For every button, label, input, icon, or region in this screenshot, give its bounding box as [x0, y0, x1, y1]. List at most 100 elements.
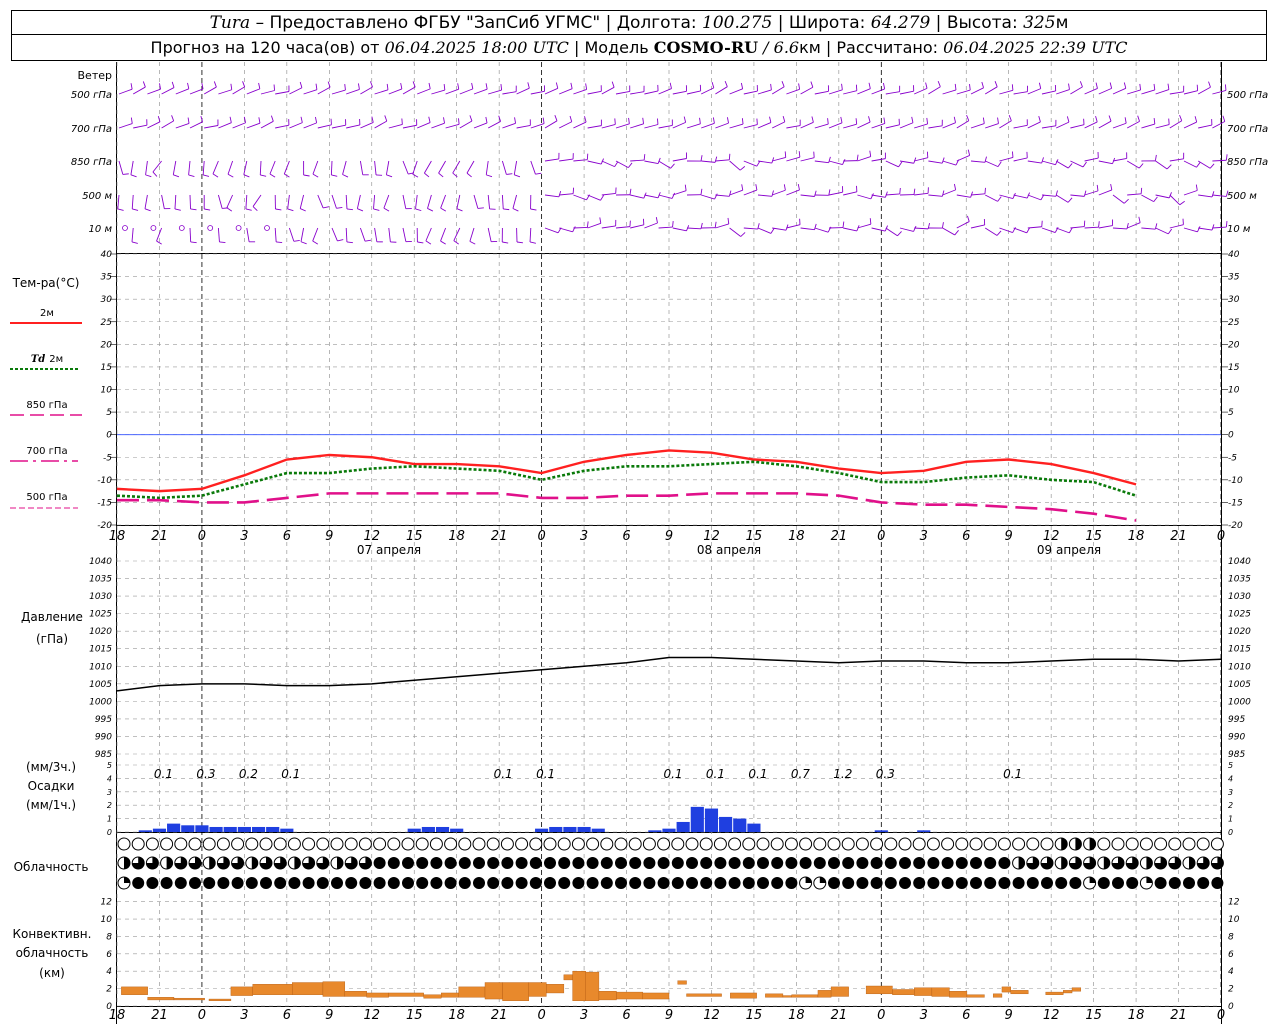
hour-tick-label: 0	[877, 529, 885, 544]
wind-barb-flag	[425, 240, 432, 245]
wind-barb	[303, 89, 318, 95]
wind-barb-flag	[585, 83, 588, 90]
temp-tick-label: 20	[101, 340, 113, 350]
wind-barb-flag	[1095, 116, 1098, 123]
wind-barb	[942, 227, 955, 236]
wind-barb-flag	[514, 117, 517, 124]
wind-barb-flag	[699, 117, 701, 124]
cloud-symbol-outline	[855, 837, 869, 851]
conv-cloud-bar	[642, 992, 670, 1000]
wind-barb	[260, 120, 274, 129]
cloud-symbol-overcast	[558, 857, 571, 869]
hour-tick-label: 15	[746, 529, 763, 544]
wind-barb	[885, 91, 900, 95]
cloud-symbol-outline	[358, 837, 372, 851]
wind-barb-flag	[882, 82, 886, 89]
wind-barb	[440, 194, 447, 209]
pressure-tick-label: 1025	[89, 610, 112, 620]
wind-barb-flag	[1067, 163, 1073, 169]
cloud-symbol-overcast	[714, 857, 727, 869]
wind-barb	[300, 227, 305, 242]
wind-barb	[757, 89, 772, 95]
conv-cloud-bar	[830, 986, 849, 997]
wind-barb	[544, 194, 559, 198]
wind-barb	[118, 123, 133, 129]
cloud-symbol-overcast	[998, 877, 1011, 889]
wind-barb	[871, 88, 885, 95]
wind-barb	[914, 87, 928, 95]
wind-barb	[956, 154, 970, 162]
wind-barb	[144, 194, 148, 209]
precip-3h-label: 0.1	[663, 767, 682, 781]
cloud-symbol-overcast	[913, 857, 926, 869]
wind-barb	[715, 223, 729, 229]
wind-barb-flag	[755, 184, 758, 191]
cloud-symbol-quarter	[124, 877, 130, 883]
wind-barb	[1155, 89, 1170, 95]
wind-barb	[984, 227, 998, 236]
conv-cloud-bar	[546, 984, 565, 994]
cloud-symbol-overcast	[1097, 877, 1110, 889]
wind-barb	[559, 193, 574, 196]
wind-barb	[701, 194, 715, 200]
wind-barb	[800, 227, 815, 231]
cloud-symbol-overcast	[501, 877, 514, 889]
wind-barb-flag	[415, 208, 422, 212]
wind-barb	[1070, 226, 1085, 229]
wind-barb-flag	[142, 81, 146, 88]
cloud-symbol-outline	[444, 837, 458, 851]
wind-barb	[131, 194, 134, 209]
wind-barb	[757, 122, 772, 129]
precip-3h-label: 0.3	[876, 767, 895, 781]
cloud-symbol-outline	[472, 837, 486, 851]
conv-tick-label: 6	[106, 950, 112, 960]
wind-barb-flag	[300, 208, 306, 212]
wind-barb	[1183, 90, 1198, 95]
hour-tick-label: 9	[1005, 1008, 1013, 1023]
cloud-symbol-overcast	[927, 877, 940, 889]
pressure-tick-label-right: 1035	[1228, 575, 1251, 585]
precip-bar	[152, 828, 167, 832]
precip-tick-label: 3	[107, 788, 112, 797]
precip-bar	[138, 830, 152, 832]
wind-barb	[630, 159, 645, 162]
wind-barb	[1197, 160, 1211, 169]
wind-barb	[644, 222, 658, 229]
cloud-symbol-overcast	[615, 857, 627, 869]
cloud-symbol-overcast	[572, 857, 585, 869]
wind-barb-flag	[726, 117, 729, 124]
cloud-symbol-overcast	[643, 877, 656, 889]
wind-barb-flag	[1083, 190, 1087, 197]
wind-barb-flag	[967, 149, 971, 156]
wind-barb-flag	[1067, 197, 1073, 203]
wind-barb	[487, 227, 492, 242]
cloud-symbol-overcast	[1055, 877, 1068, 889]
wind-barb-flag	[856, 154, 859, 161]
precip-3h-label: 0.3	[196, 767, 215, 781]
wind-barb	[1198, 194, 1213, 198]
wind-barb-flag	[1154, 154, 1157, 161]
pressure-tick-label: 995	[95, 715, 112, 725]
precip-bar	[280, 828, 294, 832]
wind-barb	[544, 227, 559, 234]
wind-barb	[374, 160, 377, 175]
cloud-symbol-outline	[1026, 837, 1040, 851]
wind-barb	[970, 160, 985, 163]
wind-level-label-right: 700 гПа	[1227, 124, 1268, 135]
wind-barb-flag	[227, 173, 234, 178]
wind-barb	[388, 88, 403, 95]
wind-barb	[1198, 227, 1213, 231]
conv-title-1: Конвективн.	[13, 927, 92, 941]
wind-barb-flag	[1123, 198, 1129, 204]
wind-barb-flag	[486, 174, 493, 178]
hour-tick-label: 3	[920, 1008, 928, 1023]
wind-barb-flag	[657, 157, 661, 164]
wind-barb-flag	[428, 82, 431, 89]
hour-tick-label: 9	[665, 529, 673, 544]
wind-barb	[1084, 121, 1098, 129]
cloud-symbol-half	[1061, 838, 1068, 850]
wind-barb	[1141, 194, 1154, 202]
cloud-symbol-overcast	[771, 857, 784, 869]
wind-barb-flag	[724, 80, 728, 87]
wind-barb-flag	[466, 172, 472, 178]
